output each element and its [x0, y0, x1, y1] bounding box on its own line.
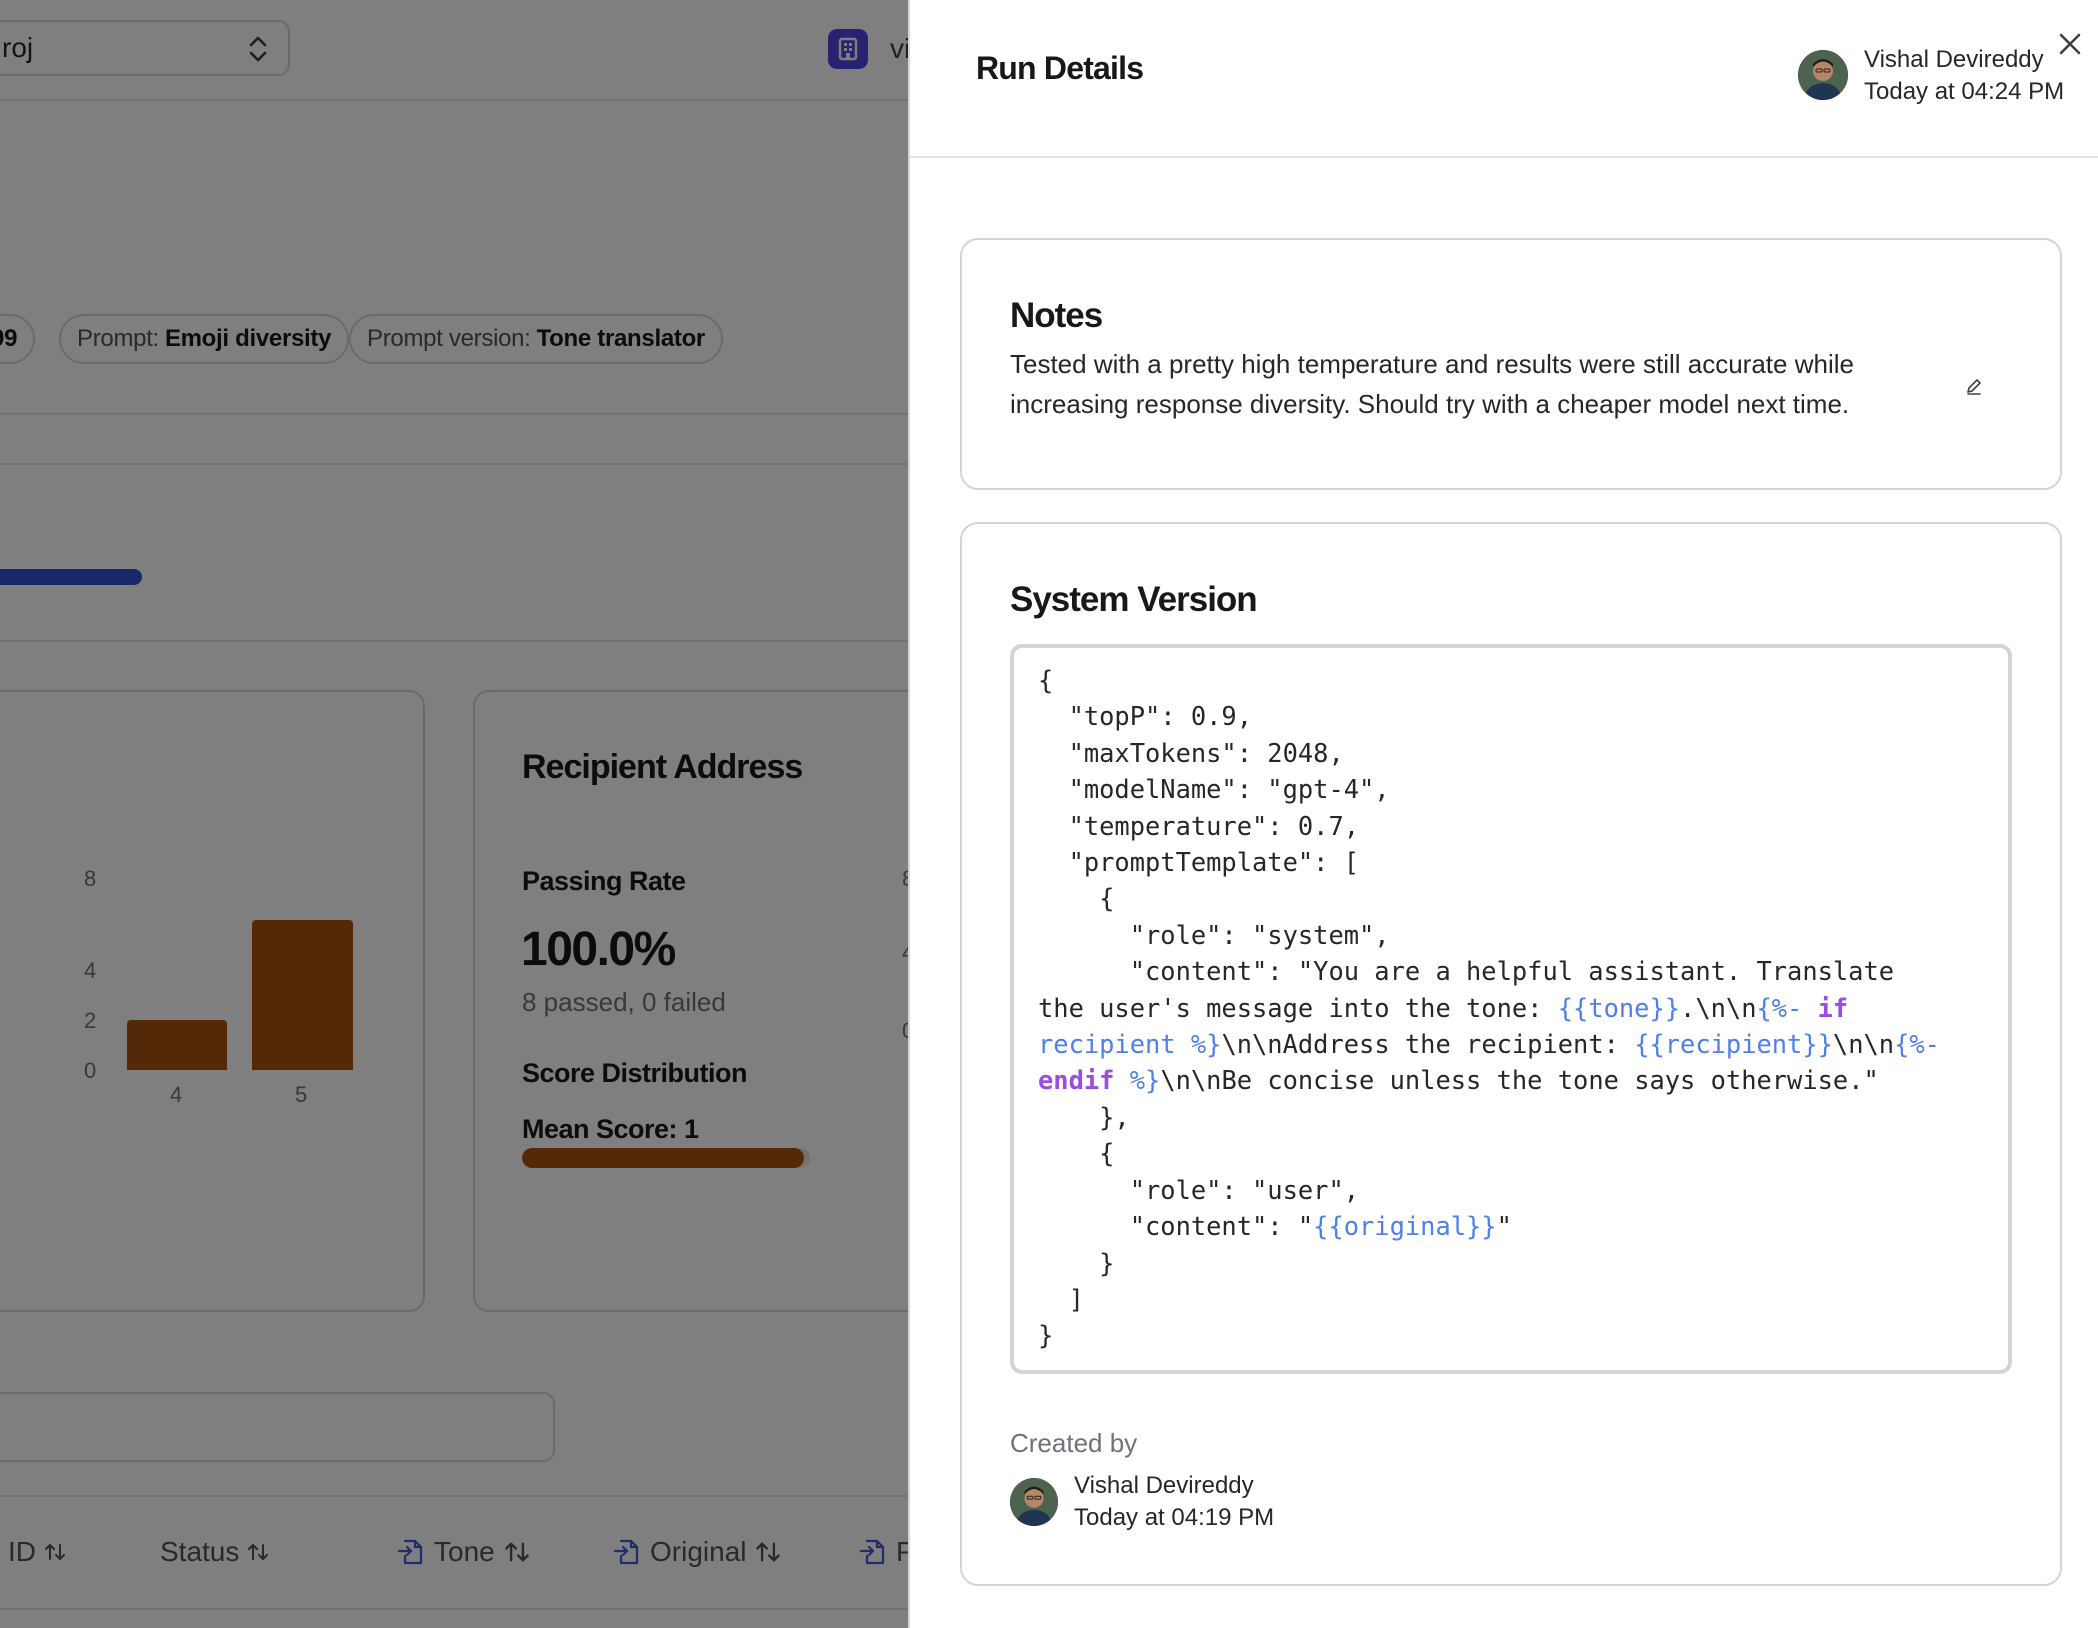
notes-text: Tested with a pretty high temperature an…	[1010, 349, 1854, 419]
code-text: { "topP": 0.9, "maxTokens": 2048, "model…	[1038, 665, 1940, 1351]
notes-panel: Notes Tested with a pretty high temperat…	[960, 238, 2062, 490]
avatar	[1010, 1478, 1058, 1526]
user-timestamp: Today at 04:24 PM	[1864, 78, 2065, 105]
run-details-drawer: Run Details Vishal Devireddy Today at 04…	[908, 0, 2098, 1628]
avatar	[1798, 50, 1848, 100]
notes-title: Notes	[1010, 296, 1103, 335]
edit-pencil-icon[interactable]	[1964, 376, 1984, 396]
user-name: Vishal Devireddy	[1864, 46, 2044, 73]
created-by-label: Created by	[1010, 1428, 1138, 1458]
system-version-panel: System Version { "topP": 0.9, "maxTokens…	[960, 522, 2062, 1586]
creator-timestamp: Today at 04:19 PM	[1074, 1504, 1275, 1531]
code-block[interactable]: { "topP": 0.9, "maxTokens": 2048, "model…	[1010, 644, 2012, 1374]
drawer-header: Run Details Vishal Devireddy Today at 04…	[910, 0, 2098, 158]
drawer-title: Run Details	[976, 50, 1144, 86]
system-version-title: System Version	[1010, 580, 1258, 619]
close-icon[interactable]	[2056, 30, 2084, 58]
creator-name: Vishal Devireddy	[1074, 1472, 1254, 1499]
modal-backdrop[interactable]	[0, 0, 910, 1628]
